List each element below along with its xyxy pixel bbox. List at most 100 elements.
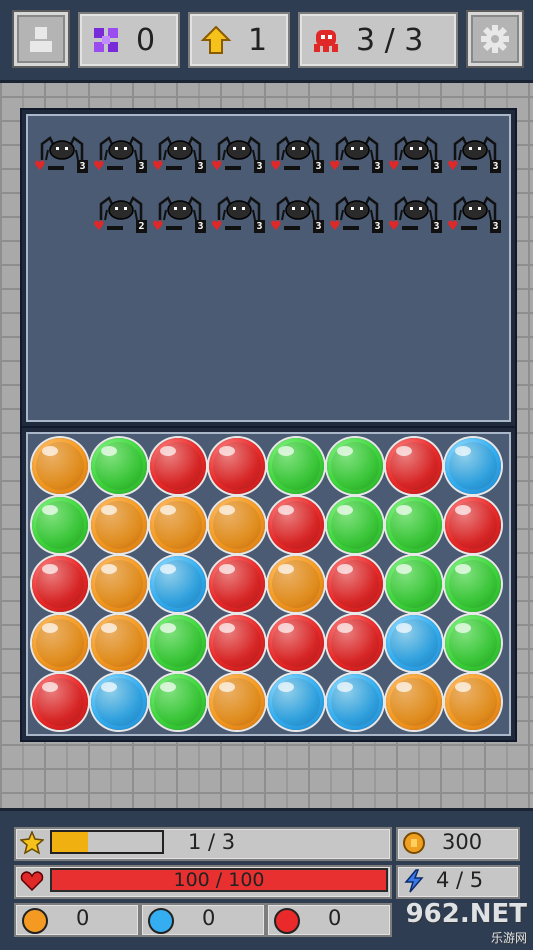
enemy-hp-bar xyxy=(166,226,182,230)
green-ball[interactable] xyxy=(150,674,206,730)
spider-enemy[interactable]: ♥ 3 xyxy=(93,136,149,180)
orange-ball[interactable] xyxy=(91,497,147,553)
spider-enemy[interactable]: ♥ 3 xyxy=(211,196,267,240)
red-ball[interactable] xyxy=(32,556,88,612)
gems-counter: 0 xyxy=(78,12,180,68)
heart-icon: ♥ xyxy=(447,159,459,174)
enemy-level: 3 xyxy=(490,220,501,233)
green-ball[interactable] xyxy=(445,556,501,612)
red-ball[interactable] xyxy=(268,615,324,671)
enemy-level: 3 xyxy=(313,220,324,233)
enemy-hp-bar xyxy=(284,226,300,230)
spider-enemy[interactable]: ♥ 3 xyxy=(152,136,208,180)
enemy-level: 3 xyxy=(313,160,324,173)
enemy-hp-bar xyxy=(461,166,477,170)
enemy-hp-bar xyxy=(225,226,241,230)
green-ball[interactable] xyxy=(386,497,442,553)
enemy-level: 3 xyxy=(254,160,265,173)
orange-ball[interactable] xyxy=(91,556,147,612)
blue-ball[interactable] xyxy=(268,674,324,730)
blue-ball[interactable] xyxy=(445,438,501,494)
green-ball[interactable] xyxy=(150,615,206,671)
arrow-up-icon xyxy=(200,25,232,54)
green-ball[interactable] xyxy=(91,438,147,494)
green-ball[interactable] xyxy=(327,438,383,494)
blue-count: 0 xyxy=(202,906,216,930)
enemy-level: 3 xyxy=(254,220,265,233)
enemy-area: ♥ 3 ♥ 3 ♥ 3 ♥ 3 ♥ 3 ♥ 3 ♥ 3 ♥ 3 ♥ 2 ♥ 3 ♥ 3 ♥ 3 ♥ 3 ♥ 3 ♥ 3 xyxy=(26,114,511,422)
profile-button[interactable] xyxy=(12,10,70,68)
heart-icon: ♥ xyxy=(447,219,459,234)
red-ball[interactable] xyxy=(209,438,265,494)
red-ball[interactable] xyxy=(150,438,206,494)
red-ball[interactable] xyxy=(327,615,383,671)
settings-button[interactable] xyxy=(466,10,524,68)
orange-ball[interactable] xyxy=(268,556,324,612)
enemy-hp-bar xyxy=(166,166,182,170)
coins-value: 300 xyxy=(442,830,483,854)
heart-icon: ♥ xyxy=(329,159,341,174)
red-ball[interactable] xyxy=(386,438,442,494)
enemy-level: 3 xyxy=(195,220,206,233)
spider-enemy[interactable]: ♥ 3 xyxy=(34,136,90,180)
orange-count: 0 xyxy=(76,906,90,930)
stats-panel: 1 / 3 300 100 / 100 4 / 5 0 0 0 962.NET … xyxy=(0,808,533,950)
heart-icon: ♥ xyxy=(270,219,282,234)
spider-enemy[interactable]: ♥ 3 xyxy=(270,136,326,180)
blue-ball[interactable] xyxy=(386,615,442,671)
red-ball[interactable] xyxy=(32,674,88,730)
red-ball[interactable] xyxy=(209,615,265,671)
enemy-hp-bar xyxy=(107,166,123,170)
red-ball[interactable] xyxy=(445,497,501,553)
spider-enemy[interactable]: ♥ 3 xyxy=(447,196,503,240)
heart-icon: ♥ xyxy=(388,219,400,234)
gem-icon xyxy=(94,28,118,52)
green-ball[interactable] xyxy=(268,438,324,494)
blue-ball[interactable] xyxy=(327,674,383,730)
enemy-hp-bar xyxy=(107,226,123,230)
green-ball[interactable] xyxy=(32,497,88,553)
enemies-counter: 3 / 3 xyxy=(298,12,458,68)
xp-bar-fill xyxy=(52,832,89,852)
green-ball[interactable] xyxy=(445,615,501,671)
spider-enemy[interactable]: ♥ 3 xyxy=(270,196,326,240)
spider-enemy[interactable]: ♥ 3 xyxy=(388,136,444,180)
profile-icon xyxy=(30,27,52,52)
enemy-level: 3 xyxy=(490,160,501,173)
orange-ball[interactable] xyxy=(209,497,265,553)
blue-ball[interactable] xyxy=(91,674,147,730)
orange-ball[interactable] xyxy=(91,615,147,671)
spider-enemy[interactable]: ♥ 3 xyxy=(211,136,267,180)
spider-enemy[interactable]: ♥ 3 xyxy=(329,196,385,240)
red-ball-icon xyxy=(274,908,300,934)
enemy-level: 3 xyxy=(77,160,88,173)
enemy-level: 3 xyxy=(431,220,442,233)
blue-ball-icon xyxy=(148,908,174,934)
red-ball[interactable] xyxy=(327,556,383,612)
heart-icon: ♥ xyxy=(211,159,223,174)
heart-icon: ♥ xyxy=(152,219,164,234)
green-ball[interactable] xyxy=(327,497,383,553)
spider-enemy[interactable]: ♥ 2 xyxy=(93,196,149,240)
xp-text: 1 / 3 xyxy=(188,830,236,854)
orange-ball[interactable] xyxy=(386,674,442,730)
heart-icon: ♥ xyxy=(329,219,341,234)
heart-icon: ♥ xyxy=(152,159,164,174)
spider-enemy[interactable]: ♥ 3 xyxy=(329,136,385,180)
red-ball[interactable] xyxy=(209,556,265,612)
orange-ball[interactable] xyxy=(445,674,501,730)
orange-ball[interactable] xyxy=(32,615,88,671)
match-board xyxy=(20,426,517,742)
green-ball[interactable] xyxy=(386,556,442,612)
spider-enemy[interactable]: ♥ 3 xyxy=(388,196,444,240)
enemy-level: 3 xyxy=(136,160,147,173)
orange-ball[interactable] xyxy=(32,438,88,494)
spider-enemy[interactable]: ♥ 3 xyxy=(447,136,503,180)
enemies-value: 3 / 3 xyxy=(356,22,424,58)
orange-ball[interactable] xyxy=(150,497,206,553)
blue-ball[interactable] xyxy=(150,556,206,612)
spider-enemy[interactable]: ♥ 3 xyxy=(152,196,208,240)
heart-icon: ♥ xyxy=(388,159,400,174)
red-ball[interactable] xyxy=(268,497,324,553)
orange-ball[interactable] xyxy=(209,674,265,730)
